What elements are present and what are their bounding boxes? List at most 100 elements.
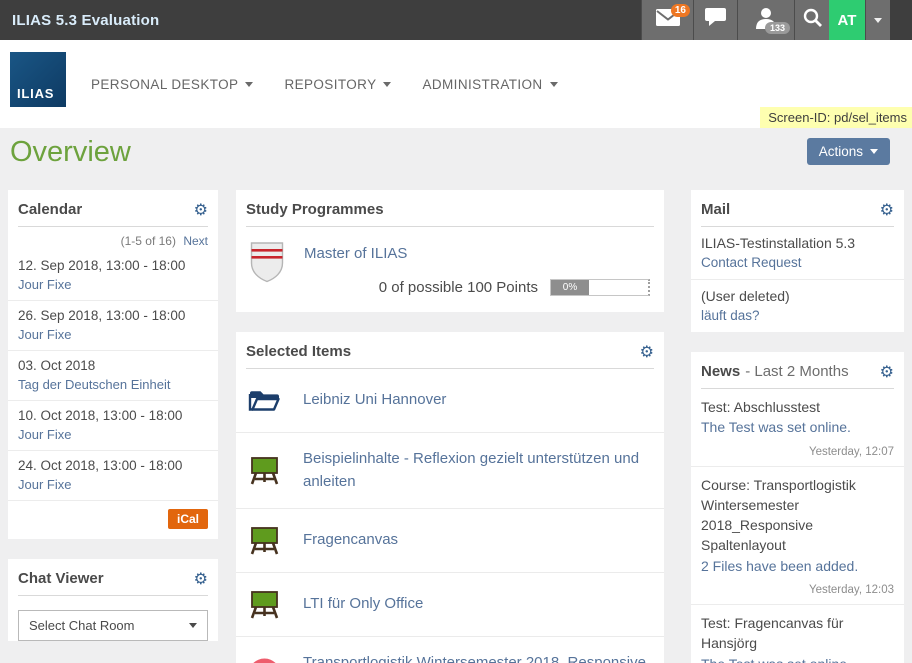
news-link[interactable]: The Test was set online. [701,417,894,437]
study-panel-title: Study Programmes [246,201,384,218]
progress-fill: 0% [551,280,589,295]
list-item: Transportlogistik Wintersemester 2018_Re… [236,637,664,663]
list-item: Fragencanvas [236,509,664,573]
unread-mail-badge: 16 [671,4,690,17]
news-link[interactable]: The Test was set online. [701,654,894,663]
mail-panel: Mail ILIAS-Testinstallation 5.3 Contact … [691,190,904,332]
news-panel: News - Last 2 Months Test: Abschlusstest… [691,352,904,663]
list-item: Beispielinhalte - Reflexion gezielt unte… [236,433,664,509]
news-panel-title: News [701,363,740,380]
menu-personal-desktop[interactable]: PERSONAL DESKTOP [91,77,253,92]
mail-row: (User deleted) läuft das? [691,280,904,332]
chat-bubble-icon [705,8,726,32]
calendar-event-row: 24. Oct 2018, 13:00 - 18:00 Jour Fixe [8,451,218,501]
event-link[interactable]: Jour Fixe [18,277,208,292]
top-bar: ILIAS 5.3 Evaluation 16 133 AT [0,0,912,40]
main-header: ILIAS PERSONAL DESKTOP REPOSITORY ADMINI… [0,40,912,128]
ical-row: iCal [8,501,218,539]
item-link[interactable]: Beispielinhalte - Reflexion gezielt unte… [303,448,652,493]
pagination-range: (1-5 of 16) [121,234,176,248]
gear-icon[interactable] [880,364,894,380]
search-icon [803,8,822,32]
online-users-button[interactable]: 133 [737,0,794,40]
item-link[interactable]: Fragencanvas [303,529,398,552]
menu-label: REPOSITORY [284,77,376,92]
page-head: Overview Actions [0,128,912,180]
chevron-down-icon [874,18,882,23]
mail-subject-link[interactable]: läuft das? [701,308,894,323]
gear-icon[interactable] [880,202,894,218]
calendar-pagination: (1-5 of 16) Next [8,227,218,251]
chevron-down-icon [189,623,197,628]
news-row: Course: Transportlogistik Wintersemester… [691,467,904,605]
news-link[interactable]: 2 Files have been added. [701,556,894,576]
pagination-next-link[interactable]: Next [183,234,208,248]
mail-button[interactable]: 16 [641,0,693,40]
event-date: 26. Sep 2018, 13:00 - 18:00 [18,308,208,323]
course-icon [248,524,281,557]
gear-icon[interactable] [194,571,208,587]
study-programme-row: Master of ILIAS 0 of possible 100 Points… [236,227,664,312]
item-link[interactable]: Leibniz Uni Hannover [303,389,446,412]
event-date: 10. Oct 2018, 13:00 - 18:00 [18,408,208,423]
middle-column: Study Programmes Master of ILIAS 0 of po… [236,190,664,663]
mail-sender: ILIAS-Testinstallation 5.3 [701,235,894,251]
dashboard-columns: Calendar (1-5 of 16) Next 12. Sep 2018, … [8,190,904,663]
event-date: 24. Oct 2018, 13:00 - 18:00 [18,458,208,473]
list-item: Leibniz Uni Hannover [236,369,664,433]
chevron-down-icon [245,82,253,87]
user-menu-toggle[interactable] [865,0,890,40]
ical-button[interactable]: iCal [168,509,208,529]
calendar-panel-title: Calendar [18,201,82,218]
gear-icon[interactable] [640,344,654,360]
ilias-logo[interactable]: ILIAS [10,52,66,107]
event-date: 12. Sep 2018, 13:00 - 18:00 [18,258,208,273]
course-icon [248,588,281,621]
menu-label: ADMINISTRATION [422,77,542,92]
left-column: Calendar (1-5 of 16) Next 12. Sep 2018, … [8,190,218,661]
selected-items-panel: Selected Items Leibniz Uni Hannover Beis… [236,332,664,663]
actions-button[interactable]: Actions [807,138,890,165]
mail-subject-link[interactable]: Contact Request [701,255,894,270]
event-link[interactable]: Jour Fixe [18,477,208,492]
news-context: Test: Abschlusstest [701,397,894,417]
event-link[interactable]: Jour Fixe [18,327,208,342]
news-panel-subtitle: - Last 2 Months [745,363,848,380]
study-programme-link[interactable]: Master of ILIAS [304,245,407,262]
chevron-down-icon [383,82,391,87]
calendar-event-row: 03. Oct 2018 Tag der Deutschen Einheit [8,351,218,401]
chat-room-select[interactable]: Select Chat Room [18,610,208,641]
calendar-event-row: 26. Sep 2018, 13:00 - 18:00 Jour Fixe [8,301,218,351]
chat-button[interactable] [693,0,737,40]
menu-administration[interactable]: ADMINISTRATION [422,77,557,92]
study-programmes-panel: Study Programmes Master of ILIAS 0 of po… [236,190,664,312]
search-button[interactable] [794,0,829,40]
chat-panel-title: Chat Viewer [18,570,104,587]
news-timestamp: Yesterday, 12:03 [701,576,894,600]
selected-items-title: Selected Items [246,343,351,360]
news-row: Test: Fragencanvas für Hansjörg The Test… [691,605,904,663]
menu-repository[interactable]: REPOSITORY [284,77,391,92]
chat-viewer-panel: Chat Viewer Select Chat Room [8,559,218,641]
event-link[interactable]: Jour Fixe [18,427,208,442]
course-circle-icon [248,658,281,663]
item-link[interactable]: Transportlogistik Wintersemester 2018_Re… [303,652,652,663]
event-date: 03. Oct 2018 [18,358,208,373]
online-users-badge: 133 [765,22,790,34]
event-link[interactable]: Tag der Deutschen Einheit [18,377,208,392]
points-label: 0 of possible 100 Points [379,279,538,296]
user-avatar[interactable]: AT [829,0,865,40]
news-row: Test: Abschlusstest The Test was set onl… [691,389,904,467]
main-menu: PERSONAL DESKTOP REPOSITORY ADMINISTRATI… [91,40,558,128]
divider [18,595,208,596]
folder-icon [248,384,281,417]
actions-label: Actions [819,144,863,159]
progress-bar: 0% [550,279,650,296]
news-timestamp: Yesterday, 12:07 [701,438,894,462]
page-title: Overview [10,136,131,169]
topbar-icon-strip: 16 133 AT [641,0,890,40]
course-icon [248,454,281,487]
shield-icon [250,241,284,296]
item-link[interactable]: LTI für Only Office [303,593,423,616]
gear-icon[interactable] [194,202,208,218]
